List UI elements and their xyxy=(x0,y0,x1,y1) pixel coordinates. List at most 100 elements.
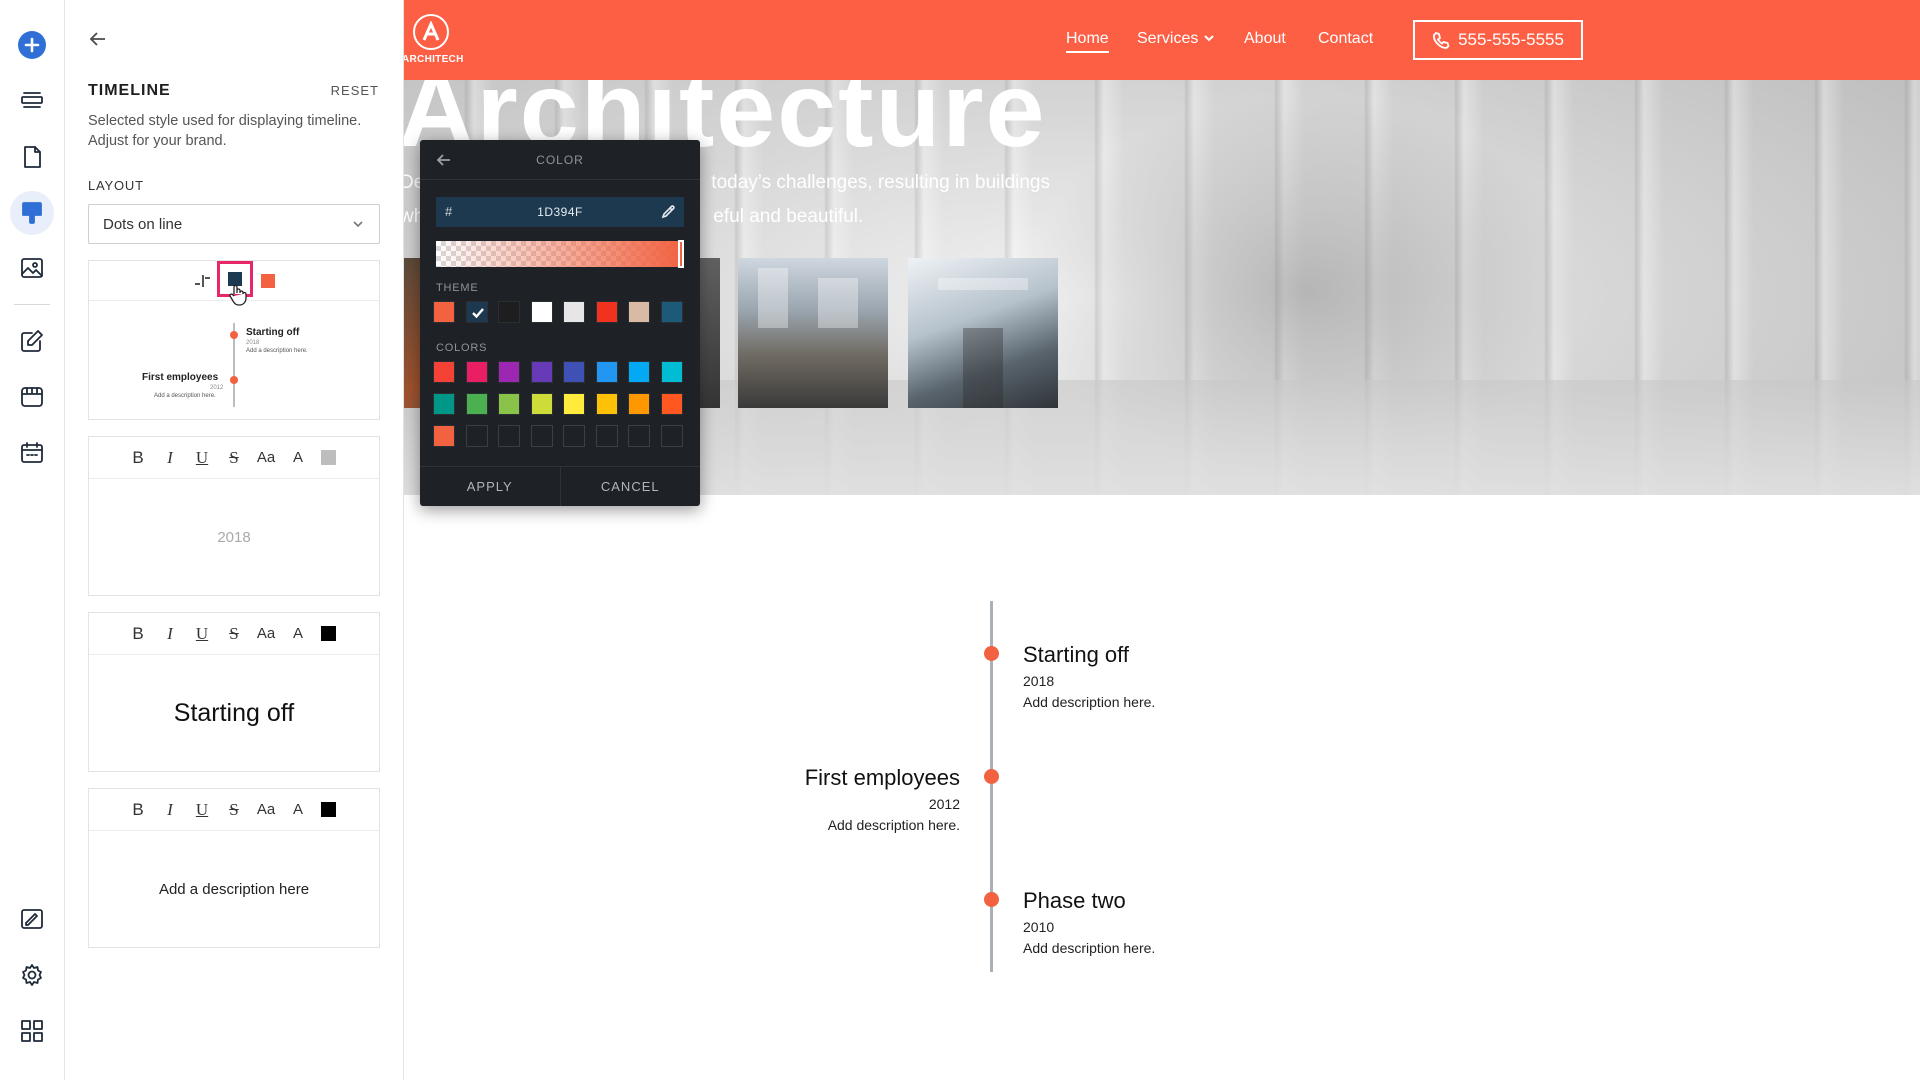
palette-color-swatch[interactable] xyxy=(595,361,618,383)
custom-color-slot[interactable] xyxy=(660,425,683,447)
font-size-button[interactable]: A xyxy=(289,624,307,644)
timeline-dot xyxy=(984,892,999,907)
dot-color-swatch[interactable] xyxy=(261,274,275,288)
custom-color-slot[interactable] xyxy=(530,425,553,447)
nav-about[interactable]: About xyxy=(1244,30,1286,48)
palette-color-swatch[interactable] xyxy=(530,361,553,383)
theme-color-swatch[interactable] xyxy=(563,301,585,323)
bold-button[interactable]: B xyxy=(129,800,147,820)
text-color-swatch[interactable] xyxy=(321,802,336,817)
document-icon[interactable] xyxy=(14,139,50,175)
theme-label: THEME xyxy=(436,282,479,294)
calendar-icon[interactable] xyxy=(14,435,50,471)
timeline-entry-desc[interactable]: Add description here. xyxy=(828,817,960,833)
font-button[interactable]: Aa xyxy=(257,448,275,468)
logo-mark-icon xyxy=(413,14,449,50)
layout-style-icon[interactable] xyxy=(193,273,211,289)
reset-button[interactable]: RESET xyxy=(331,83,379,98)
gallery-image[interactable] xyxy=(738,258,888,408)
eyedropper-icon[interactable] xyxy=(661,204,676,219)
palette-color-swatch[interactable] xyxy=(628,361,650,383)
palette-color-swatch[interactable] xyxy=(498,361,520,383)
apply-button[interactable]: APPLY xyxy=(420,467,560,506)
italic-button[interactable]: I xyxy=(161,800,179,820)
theme-color-swatch[interactable] xyxy=(530,301,553,323)
timeline-entry-title[interactable]: Phase two xyxy=(1023,888,1126,914)
font-size-button[interactable]: A xyxy=(289,800,307,820)
theme-color-swatch[interactable] xyxy=(433,301,455,323)
cancel-button[interactable]: CANCEL xyxy=(559,467,701,506)
theme-color-swatch[interactable] xyxy=(628,301,650,323)
strikethrough-button[interactable]: S xyxy=(225,448,243,468)
custom-color-slot[interactable] xyxy=(628,425,650,447)
theme-color-swatch[interactable] xyxy=(660,301,683,323)
theme-color-swatch[interactable] xyxy=(498,301,520,323)
text-color-swatch[interactable] xyxy=(321,450,336,465)
back-arrow-icon[interactable] xyxy=(87,28,109,50)
underline-button[interactable]: U xyxy=(193,800,211,820)
font-button[interactable]: Aa xyxy=(257,624,275,644)
editor-body[interactable]: 2018 xyxy=(89,479,379,595)
nav-contact[interactable]: Contact xyxy=(1318,30,1373,48)
mini-entry-year: 2018 xyxy=(246,340,260,346)
logo-text: ARCHITECH xyxy=(404,54,464,65)
hex-input[interactable]: # 1D394F xyxy=(436,197,684,227)
brush-icon[interactable] xyxy=(10,191,54,235)
custom-color-slot[interactable] xyxy=(498,425,520,447)
strikethrough-button[interactable]: S xyxy=(225,800,243,820)
editor-body[interactable]: Starting off xyxy=(89,655,379,771)
palette-color-swatch[interactable] xyxy=(433,393,455,415)
bold-button[interactable]: B xyxy=(129,624,147,644)
italic-button[interactable]: I xyxy=(161,624,179,644)
bold-button[interactable]: B xyxy=(129,448,147,468)
opacity-slider-handle[interactable] xyxy=(678,240,684,268)
palette-color-swatch[interactable] xyxy=(530,393,553,415)
add-icon[interactable] xyxy=(18,31,46,59)
palette-color-swatch[interactable] xyxy=(595,393,618,415)
site-logo[interactable]: ARCHITECH xyxy=(404,12,464,68)
timeline-entry-desc[interactable]: Add description here. xyxy=(1023,940,1155,956)
timeline-entry-title[interactable]: First employees xyxy=(805,765,960,791)
widgets-icon[interactable] xyxy=(14,1013,50,1049)
edit-icon[interactable] xyxy=(14,323,50,359)
image-icon[interactable] xyxy=(14,250,50,286)
opacity-slider[interactable] xyxy=(436,240,684,268)
palette-color-swatch[interactable] xyxy=(465,361,488,383)
palette-color-swatch[interactable] xyxy=(433,361,455,383)
editor-body[interactable]: Add a description here xyxy=(89,831,379,947)
timeline-entry-desc[interactable]: Add description here. xyxy=(1023,694,1155,710)
palette-color-swatch[interactable] xyxy=(563,393,585,415)
store-icon[interactable] xyxy=(14,379,50,415)
italic-button[interactable]: I xyxy=(161,448,179,468)
nav-services[interactable]: Services xyxy=(1137,30,1215,48)
palette-color-swatch[interactable] xyxy=(628,393,650,415)
custom-color-slot[interactable] xyxy=(563,425,585,447)
palette-color-swatch[interactable] xyxy=(660,361,683,383)
timeline-entry-year[interactable]: 2012 xyxy=(929,796,960,812)
custom-color-slot[interactable] xyxy=(595,425,618,447)
palette-color-swatch[interactable] xyxy=(465,393,488,415)
strikethrough-button[interactable]: S xyxy=(225,624,243,644)
phone-button[interactable]: 555-555-5555 xyxy=(1413,20,1583,60)
timeline-entry-year[interactable]: 2010 xyxy=(1023,919,1054,935)
timeline-entry-title[interactable]: Starting off xyxy=(1023,642,1129,668)
palette-color-swatch[interactable] xyxy=(498,393,520,415)
underline-button[interactable]: U xyxy=(193,624,211,644)
timeline-entry-year[interactable]: 2018 xyxy=(1023,673,1054,689)
settings-icon[interactable] xyxy=(14,957,50,993)
palette-color-swatch[interactable] xyxy=(433,425,455,447)
pages-stack-icon[interactable] xyxy=(14,83,50,119)
nav-home[interactable]: Home xyxy=(1066,30,1109,53)
font-button[interactable]: Aa xyxy=(257,800,275,820)
theme-color-swatch[interactable] xyxy=(595,301,618,323)
palette-color-swatch[interactable] xyxy=(563,361,585,383)
font-size-button[interactable]: A xyxy=(289,448,307,468)
gallery-image[interactable] xyxy=(908,258,1058,408)
design-edit-icon[interactable] xyxy=(14,901,50,937)
custom-color-slot[interactable] xyxy=(465,425,488,447)
text-color-swatch[interactable] xyxy=(321,626,336,641)
underline-button[interactable]: U xyxy=(193,448,211,468)
theme-color-swatch[interactable] xyxy=(465,301,488,323)
palette-color-swatch[interactable] xyxy=(660,393,683,415)
layout-dropdown[interactable]: Dots on line xyxy=(88,204,380,244)
